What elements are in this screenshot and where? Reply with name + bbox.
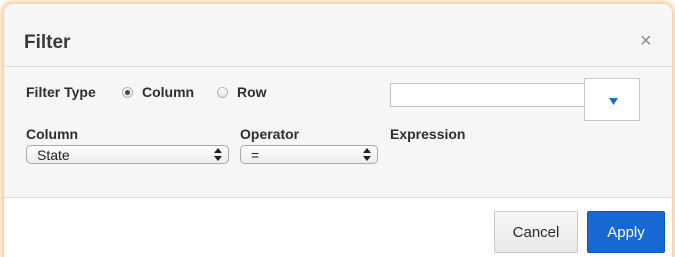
caret-down-icon: [609, 98, 618, 105]
expression-field-label: Expression: [390, 126, 466, 142]
column-radio-label[interactable]: Column: [142, 84, 194, 100]
updown-arrows-icon: [214, 148, 222, 161]
column-select[interactable]: State: [26, 145, 229, 164]
row-radio[interactable]: [217, 87, 228, 98]
dialog-footer: Cancel Apply: [4, 198, 672, 257]
filter-dialog: Filter × Filter Type Column Row Column O…: [4, 4, 672, 257]
operator-select[interactable]: =: [240, 145, 378, 164]
expression-input[interactable]: [390, 83, 588, 107]
operator-select-value: =: [251, 147, 260, 163]
updown-arrows-icon: [363, 148, 371, 161]
row-radio-label[interactable]: Row: [237, 84, 267, 100]
column-select-value: State: [37, 147, 70, 163]
filter-type-label: Filter Type: [26, 84, 96, 100]
column-radio[interactable]: [122, 87, 133, 98]
apply-button[interactable]: Apply: [587, 211, 665, 253]
column-field-label: Column: [26, 126, 79, 142]
cancel-button[interactable]: Cancel: [494, 211, 578, 253]
dialog-title: Filter: [24, 32, 71, 53]
dialog-header: Filter ×: [4, 4, 672, 67]
close-icon[interactable]: ×: [640, 31, 652, 51]
expression-dropdown-button[interactable]: [584, 78, 640, 121]
operator-field-label: Operator: [240, 126, 300, 142]
